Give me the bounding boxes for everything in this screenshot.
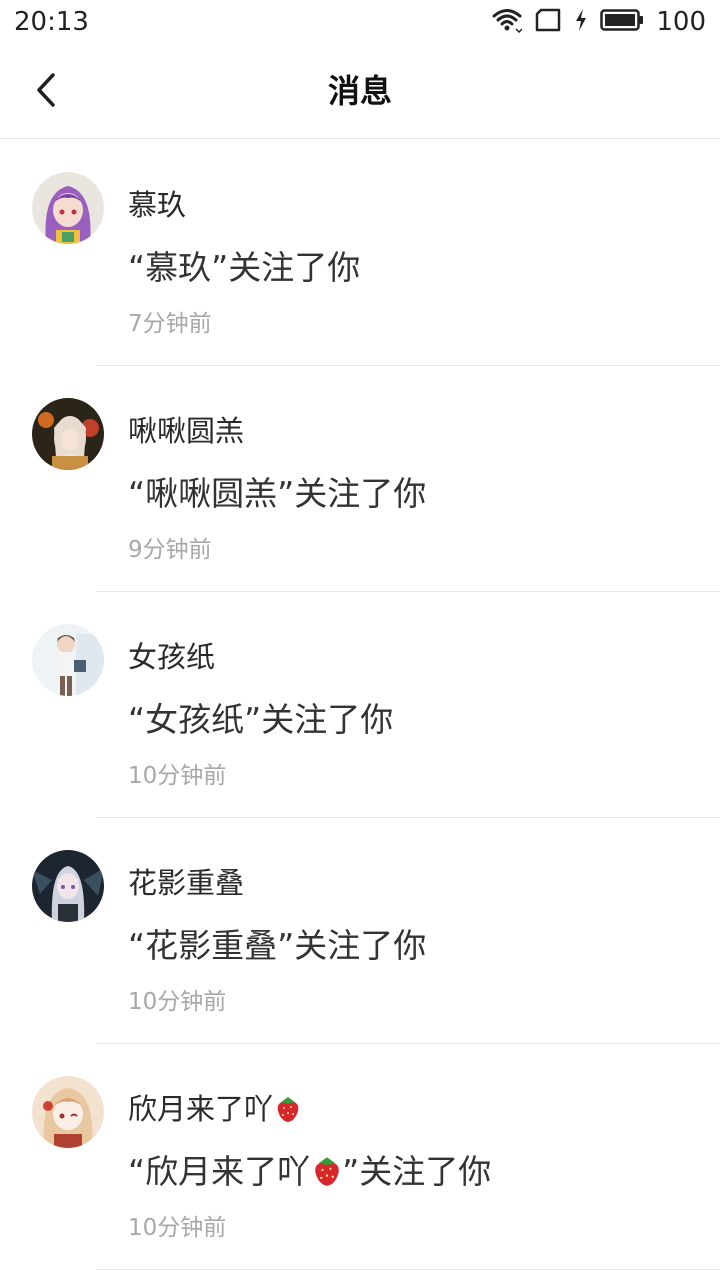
message-text: “啾啾圆羔”关注了你 <box>128 474 427 513</box>
message-text: “女孩纸”关注了你 <box>128 700 394 739</box>
charging-icon <box>574 8 588 36</box>
avatar[interactable] <box>32 172 104 244</box>
avatar[interactable] <box>32 850 104 922</box>
timestamp: 10分钟前 <box>128 763 227 789</box>
message-list: 慕玖 “慕玖”关注了你 7分钟前 啾啾圆羔 “啾啾圆羔”关注了你 9分钟前 女孩… <box>0 140 720 1270</box>
status-time: 20:13 <box>14 7 89 37</box>
nav-header: 消息 <box>0 44 720 139</box>
list-item[interactable]: 花影重叠 “花影重叠”关注了你 10分钟前 <box>0 818 720 1044</box>
page-title: 消息 <box>327 72 392 110</box>
avatar[interactable] <box>32 1076 104 1148</box>
message-text-prefix: “欣月来了吖 <box>128 1152 311 1191</box>
timestamp: 10分钟前 <box>128 1215 227 1241</box>
sender-name: 女孩纸 <box>128 640 216 674</box>
sim-card-icon <box>534 8 562 36</box>
sender-name: 啾啾圆羔 <box>128 414 245 448</box>
message-text: “慕玖”关注了你 <box>128 248 361 287</box>
message-text: “花影重叠”关注了你 <box>128 926 427 965</box>
status-icons: 100 <box>492 6 706 38</box>
sender-name: 花影重叠 <box>128 866 245 900</box>
list-item[interactable]: 慕玖 “慕玖”关注了你 7分钟前 <box>0 140 720 366</box>
sender-name-text: 欣月来了吖 <box>128 1092 274 1126</box>
divider <box>96 1269 720 1270</box>
avatar[interactable] <box>32 398 104 470</box>
screen: 20:13 100 消息 慕玖 “慕玖”关注了你 7分钟前 啾啾圆羔 “啾啾圆羔… <box>0 0 720 1280</box>
list-item[interactable]: 女孩纸 “女孩纸”关注了你 10分钟前 <box>0 592 720 818</box>
strawberry-icon <box>312 1154 342 1198</box>
sender-name: 欣月来了吖 <box>128 1090 301 1132</box>
avatar[interactable] <box>32 624 104 696</box>
list-item[interactable]: 欣月来了吖 “欣月来了吖 ”关注了你 10分钟前 <box>0 1044 720 1270</box>
wifi-icon <box>492 7 523 37</box>
message-text-suffix: ”关注了你 <box>342 1152 492 1191</box>
sender-name: 慕玖 <box>128 188 187 222</box>
battery-level: 100 <box>656 7 706 37</box>
message-text: “欣月来了吖 ”关注了你 <box>128 1150 491 1198</box>
timestamp: 9分钟前 <box>128 537 212 563</box>
status-bar: 20:13 100 <box>0 0 720 44</box>
timestamp: 7分钟前 <box>128 311 212 337</box>
list-item[interactable]: 啾啾圆羔 “啾啾圆羔”关注了你 9分钟前 <box>0 366 720 592</box>
timestamp: 10分钟前 <box>128 989 227 1015</box>
strawberry-icon <box>275 1094 301 1132</box>
battery-icon <box>600 8 644 36</box>
